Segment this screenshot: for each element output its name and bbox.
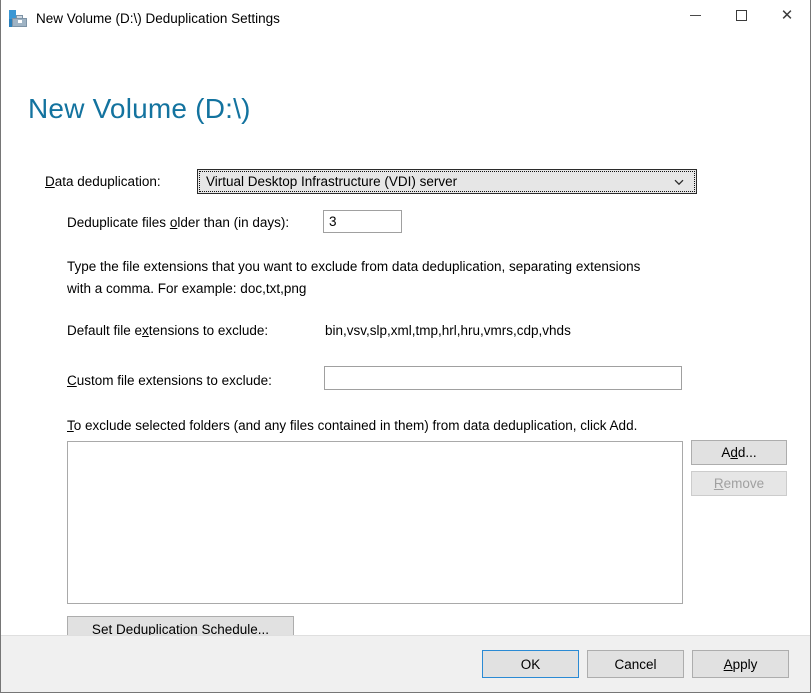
file-age-label: Deduplicate files older than (in days): xyxy=(67,215,290,230)
file-age-days-input[interactable] xyxy=(323,210,402,233)
dedup-type-label: Data deduplication: xyxy=(45,174,161,189)
dialog-footer: OK Cancel Apply xyxy=(1,635,810,692)
server-toolbox-icon xyxy=(8,9,28,29)
dedup-settings-window: New Volume (D:\) Deduplication Settings … xyxy=(0,0,811,693)
remove-folder-button[interactable]: Remove xyxy=(691,471,787,496)
default-extensions-label-accel: x xyxy=(142,323,149,338)
minimize-icon xyxy=(689,15,701,16)
title-bar: New Volume (D:\) Deduplication Settings … xyxy=(1,0,810,38)
custom-extensions-label: Custom file extensions to exclude: xyxy=(67,373,272,388)
excluded-folders-listbox[interactable] xyxy=(67,441,683,604)
default-extensions-label: Default file extensions to exclude: xyxy=(67,323,269,338)
dedup-type-selected-value: Virtual Desktop Infrastructure (VDI) ser… xyxy=(206,174,458,189)
title-bar-left: New Volume (D:\) Deduplication Settings xyxy=(1,0,280,37)
add-button-accel: d xyxy=(730,445,738,460)
page-title: New Volume (D:\) xyxy=(28,93,251,124)
excluded-folders-description-accel: T xyxy=(67,418,74,433)
close-icon: ✕ xyxy=(780,6,794,24)
default-extensions-value: bin,vsv,slp,xml,tmp,hrl,hru,vmrs,cdp,vhd… xyxy=(325,323,571,338)
extensions-description: Type the file extensions that you want t… xyxy=(67,259,641,296)
dialog-body: New Volume (D:\) Data deduplication: Vir… xyxy=(1,38,810,642)
minimize-button[interactable] xyxy=(672,0,718,31)
custom-extensions-input[interactable] xyxy=(324,366,682,390)
ok-button[interactable]: OK xyxy=(482,650,579,678)
chevron-down-icon xyxy=(673,176,685,188)
dedup-label-accel: D xyxy=(45,174,55,189)
window-title: New Volume (D:\) Deduplication Settings xyxy=(36,10,280,26)
apply-button-accel: A xyxy=(723,656,733,672)
apply-button[interactable]: Apply xyxy=(692,650,789,678)
maximize-button[interactable] xyxy=(718,0,764,31)
custom-extensions-label-accel: C xyxy=(67,373,77,388)
cancel-button[interactable]: Cancel xyxy=(587,650,684,678)
remove-button-accel: R xyxy=(713,476,724,491)
window-controls: ✕ xyxy=(672,0,810,31)
excluded-folders-description: To exclude selected folders (and any fil… xyxy=(67,418,638,433)
maximize-icon xyxy=(735,10,747,21)
add-folder-button[interactable]: Ad d... xyxy=(691,440,787,465)
close-button[interactable]: ✕ xyxy=(764,0,810,31)
dedup-type-select-inner: Virtual Desktop Infrastructure (VDI) ser… xyxy=(199,171,695,192)
dedup-type-select[interactable]: Virtual Desktop Infrastructure (VDI) ser… xyxy=(197,169,697,194)
